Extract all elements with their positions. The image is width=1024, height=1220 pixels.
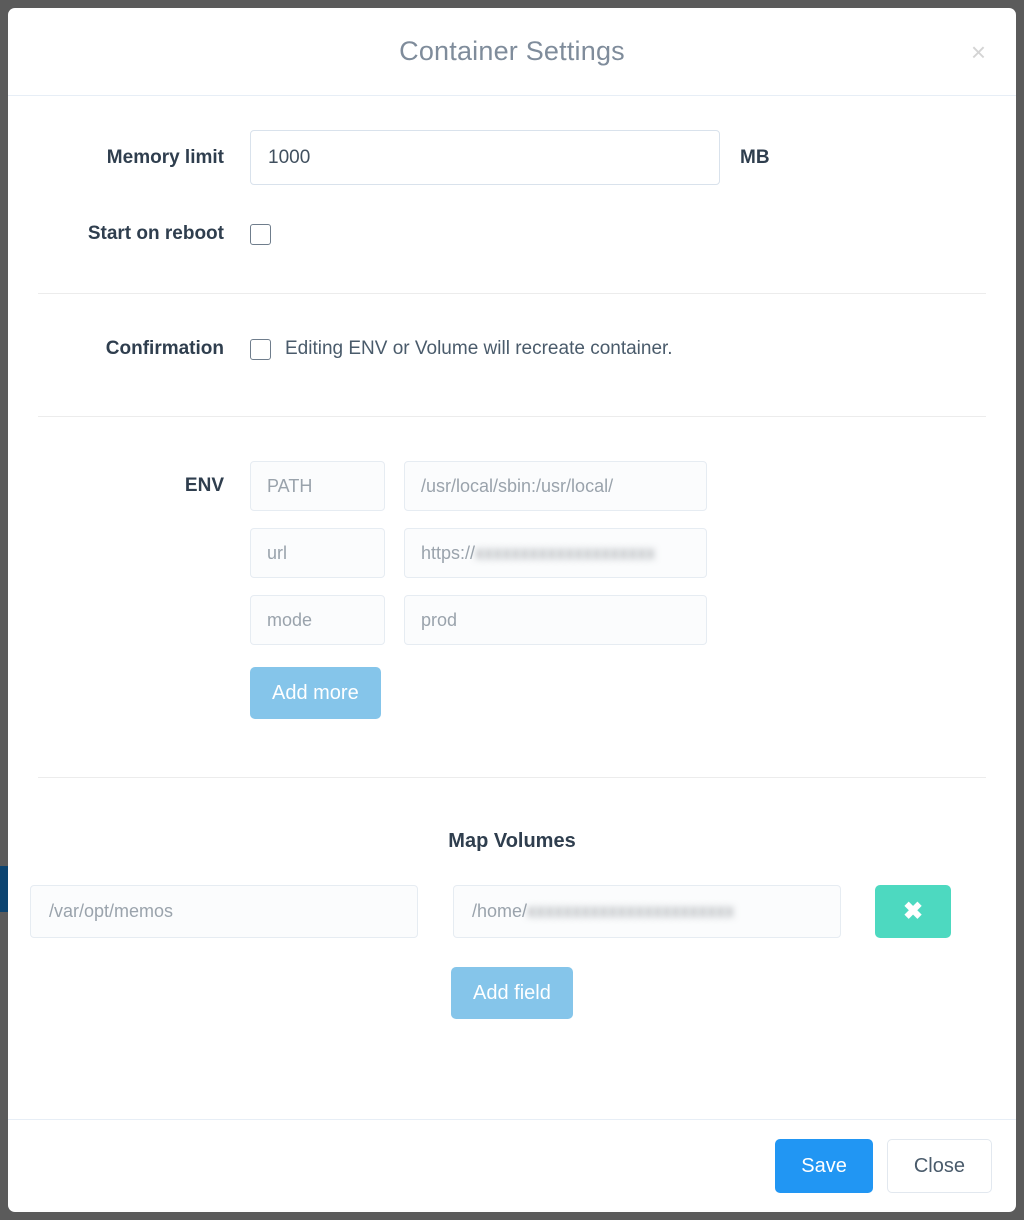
- close-x-icon[interactable]: ×: [963, 35, 994, 69]
- divider-1: [38, 293, 986, 294]
- memory-limit-row: Memory limit MB: [8, 130, 1016, 185]
- env-value-input[interactable]: [404, 461, 707, 511]
- confirmation-label: Confirmation: [105, 338, 224, 359]
- memory-unit-label: MB: [740, 146, 770, 168]
- map-volume-row: /home/xxxxxxxxxxxxxxxxxxxxxxx ✖: [8, 885, 1016, 938]
- modal-header: Container Settings ×: [8, 8, 1016, 96]
- confirmation-text: Editing ENV or Volume will recreate cont…: [285, 338, 673, 359]
- volume-dest-input[interactable]: /home/xxxxxxxxxxxxxxxxxxxxxxx: [453, 885, 841, 938]
- map-volumes-title: Map Volumes: [448, 830, 576, 852]
- add-field-button[interactable]: Add field: [451, 967, 573, 1019]
- close-button[interactable]: Close: [886, 1139, 992, 1193]
- save-button[interactable]: Save: [775, 1139, 873, 1193]
- start-on-reboot-row: Start on reboot: [8, 223, 1016, 245]
- volume-dest-redacted: xxxxxxxxxxxxxxxxxxxxxxx: [527, 901, 735, 921]
- env-value-redacted: xxxxxxxxxxxxxxxxxxxx: [475, 542, 656, 563]
- env-row: ENV: [8, 461, 1016, 511]
- env-key-input[interactable]: [250, 461, 385, 511]
- env-key-input[interactable]: [250, 595, 385, 645]
- modal-footer: Save Close: [8, 1119, 1016, 1212]
- delete-volume-button[interactable]: ✖: [875, 885, 951, 938]
- env-value-input[interactable]: https://xxxxxxxxxxxxxxxxxxxx: [404, 528, 707, 578]
- add-more-button[interactable]: Add more: [250, 667, 381, 719]
- env-value-prefix: https://: [421, 542, 476, 563]
- env-label: ENV: [184, 475, 224, 496]
- start-on-reboot-checkbox[interactable]: [250, 223, 271, 245]
- divider-2: [38, 416, 986, 417]
- volume-dest-prefix: /home/: [472, 901, 528, 921]
- close-x-icon: ✖: [902, 898, 924, 925]
- env-row: https://xxxxxxxxxxxxxxxxxxxx: [8, 528, 1016, 578]
- confirmation-checkbox[interactable]: [250, 338, 271, 360]
- env-value-input[interactable]: [404, 595, 707, 645]
- start-on-reboot-label: Start on reboot: [87, 223, 224, 244]
- page-title: Container Settings: [399, 36, 625, 66]
- container-settings-modal: Container Settings × Memory limit MB Sta…: [8, 8, 1016, 1212]
- memory-limit-label: Memory limit: [106, 146, 224, 168]
- memory-limit-input[interactable]: [250, 130, 720, 185]
- divider-3: [38, 777, 986, 778]
- confirmation-row: Confirmation Editing ENV or Volume will …: [8, 338, 1016, 360]
- env-key-input[interactable]: [250, 528, 385, 578]
- env-section: ENV https://xxxxxxxxxxxxxxxxxxxx Add mor…: [8, 461, 1016, 719]
- modal-body: Memory limit MB Start on reboot Confirma…: [8, 96, 1016, 1119]
- volume-source-input[interactable]: [30, 885, 418, 938]
- env-row: [8, 595, 1016, 645]
